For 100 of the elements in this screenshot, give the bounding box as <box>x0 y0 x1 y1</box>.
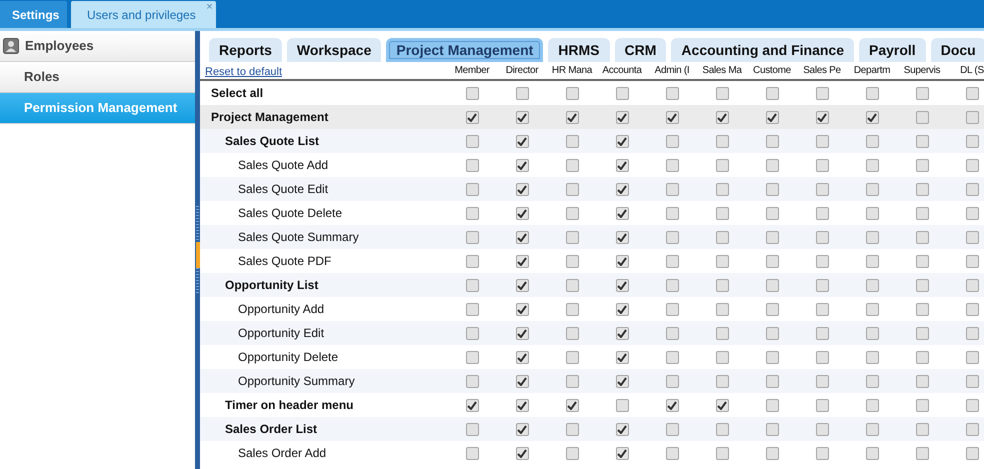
checkbox[interactable] <box>516 374 528 388</box>
checkbox[interactable] <box>916 110 928 124</box>
checkbox[interactable] <box>816 230 828 244</box>
module-tab[interactable]: Project Management <box>386 38 544 62</box>
checkbox[interactable] <box>766 326 778 340</box>
checkbox[interactable] <box>516 110 528 124</box>
window-tab[interactable]: Users and privileges × <box>71 1 216 28</box>
checkbox[interactable] <box>866 446 878 460</box>
checkbox[interactable] <box>716 230 728 244</box>
checkbox[interactable] <box>966 302 978 316</box>
checkbox[interactable] <box>816 302 828 316</box>
checkbox[interactable] <box>766 374 778 388</box>
checkbox[interactable] <box>666 158 678 172</box>
checkbox[interactable] <box>516 134 528 148</box>
checkbox[interactable] <box>716 158 728 172</box>
checkbox[interactable] <box>816 134 828 148</box>
checkbox[interactable] <box>716 350 728 364</box>
checkbox[interactable] <box>666 422 678 436</box>
checkbox[interactable] <box>966 254 978 268</box>
checkbox[interactable] <box>966 398 978 412</box>
checkbox[interactable] <box>916 326 928 340</box>
checkbox[interactable] <box>916 422 928 436</box>
checkbox[interactable] <box>866 278 878 292</box>
checkbox[interactable] <box>816 206 828 220</box>
checkbox[interactable] <box>616 302 628 316</box>
checkbox[interactable] <box>766 254 778 268</box>
checkbox[interactable] <box>466 350 478 364</box>
checkbox[interactable] <box>716 446 728 460</box>
checkbox[interactable] <box>766 350 778 364</box>
checkbox[interactable] <box>966 158 978 172</box>
checkbox[interactable] <box>866 422 878 436</box>
checkbox[interactable] <box>666 134 678 148</box>
checkbox[interactable] <box>566 134 578 148</box>
checkbox[interactable] <box>816 446 828 460</box>
checkbox[interactable] <box>766 206 778 220</box>
checkbox[interactable] <box>916 278 928 292</box>
window-tab[interactable]: Settings <box>0 1 67 28</box>
checkbox[interactable] <box>916 374 928 388</box>
checkbox[interactable] <box>516 230 528 244</box>
checkbox[interactable] <box>466 374 478 388</box>
splitter-handle[interactable] <box>195 31 200 469</box>
checkbox[interactable] <box>666 374 678 388</box>
checkbox[interactable] <box>616 446 628 460</box>
module-tab[interactable]: CRM <box>614 38 666 62</box>
checkbox[interactable] <box>566 182 578 196</box>
checkbox[interactable] <box>616 398 628 412</box>
checkbox[interactable] <box>766 86 778 100</box>
checkbox[interactable] <box>516 254 528 268</box>
checkbox[interactable] <box>766 134 778 148</box>
checkbox[interactable] <box>716 110 728 124</box>
checkbox[interactable] <box>666 302 678 316</box>
checkbox[interactable] <box>866 326 878 340</box>
checkbox[interactable] <box>966 206 978 220</box>
module-tab[interactable]: Reports <box>209 38 282 62</box>
checkbox[interactable] <box>666 278 678 292</box>
checkbox[interactable] <box>916 254 928 268</box>
checkbox[interactable] <box>466 302 478 316</box>
checkbox[interactable] <box>466 398 478 412</box>
checkbox[interactable] <box>716 182 728 196</box>
checkbox[interactable] <box>916 182 928 196</box>
checkbox[interactable] <box>566 422 578 436</box>
checkbox[interactable] <box>916 230 928 244</box>
checkbox[interactable] <box>466 278 478 292</box>
checkbox[interactable] <box>566 278 578 292</box>
checkbox[interactable] <box>616 374 628 388</box>
checkbox[interactable] <box>966 134 978 148</box>
checkbox[interactable] <box>766 398 778 412</box>
checkbox[interactable] <box>966 350 978 364</box>
module-tab[interactable]: HRMS <box>548 38 610 62</box>
checkbox[interactable] <box>566 326 578 340</box>
checkbox[interactable] <box>516 398 528 412</box>
checkbox[interactable] <box>616 110 628 124</box>
checkbox[interactable] <box>466 326 478 340</box>
checkbox[interactable] <box>516 206 528 220</box>
checkbox[interactable] <box>566 86 578 100</box>
checkbox[interactable] <box>566 230 578 244</box>
checkbox[interactable] <box>466 422 478 436</box>
checkbox[interactable] <box>766 446 778 460</box>
checkbox[interactable] <box>916 446 928 460</box>
checkbox[interactable] <box>766 422 778 436</box>
checkbox[interactable] <box>766 158 778 172</box>
checkbox[interactable] <box>816 326 828 340</box>
checkbox[interactable] <box>666 110 678 124</box>
checkbox[interactable] <box>766 302 778 316</box>
checkbox[interactable] <box>616 254 628 268</box>
module-tab[interactable]: Accounting and Finance <box>671 38 854 62</box>
checkbox[interactable] <box>716 326 728 340</box>
checkbox[interactable] <box>966 422 978 436</box>
checkbox[interactable] <box>466 134 478 148</box>
checkbox[interactable] <box>466 446 478 460</box>
checkbox[interactable] <box>716 374 728 388</box>
checkbox[interactable] <box>566 374 578 388</box>
checkbox[interactable] <box>866 182 878 196</box>
checkbox[interactable] <box>666 446 678 460</box>
checkbox[interactable] <box>916 302 928 316</box>
checkbox[interactable] <box>666 254 678 268</box>
checkbox[interactable] <box>716 86 728 100</box>
checkbox[interactable] <box>966 182 978 196</box>
checkbox[interactable] <box>516 422 528 436</box>
checkbox[interactable] <box>666 398 678 412</box>
